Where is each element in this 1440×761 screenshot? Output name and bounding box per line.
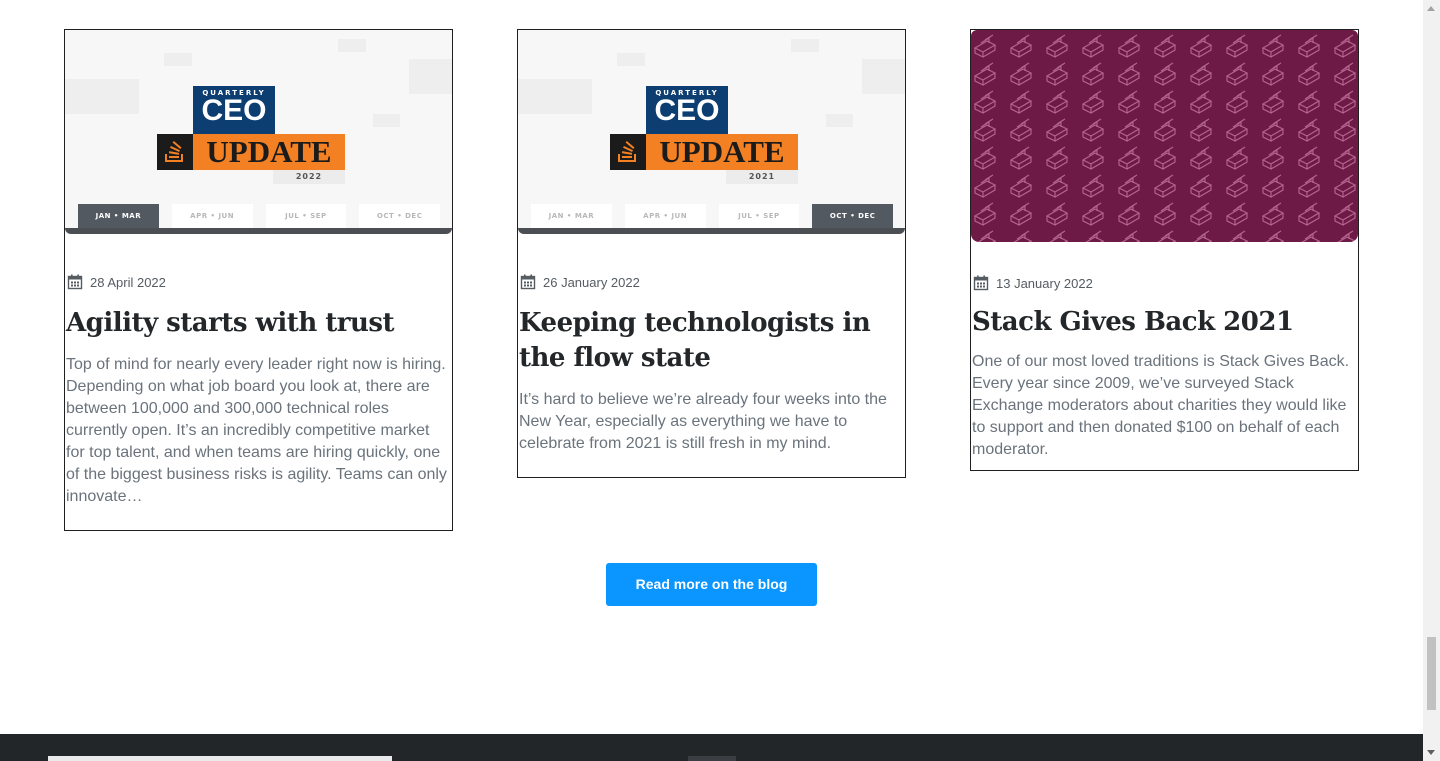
thumbnail-edge (518, 228, 905, 234)
quarter-tab: APR • JUN (171, 204, 253, 228)
read-more-button[interactable]: Read more on the blog (606, 563, 817, 606)
post-excerpt: It’s hard to believe we’re already four … (519, 391, 887, 452)
post-excerpt: Top of mind for nearly every leader righ… (66, 356, 447, 505)
scroll-down-icon[interactable] (1427, 750, 1435, 755)
quarter-tab: JUL • SEP (718, 204, 800, 228)
decor-block (791, 39, 819, 52)
blog-card[interactable]: QUARTERLY CEO UPDATE 2022 JAN • MAR APR … (64, 29, 453, 531)
ceo-label: CEO (201, 94, 267, 127)
footer-element (688, 756, 736, 761)
blog-card[interactable]: 13 January 2022 Stack Gives Back 2021 On… (970, 29, 1359, 471)
year-label: 2021 (726, 170, 798, 184)
post-meta: 28 April 2022 (67, 272, 452, 292)
stack-overflow-logo-icon (157, 134, 193, 170)
site-footer (0, 734, 1423, 761)
ceo-update-graphic: QUARTERLY CEO UPDATE 2022 (157, 86, 347, 184)
decor-block (518, 79, 592, 114)
quarter-tabs: JAN • MAR APR • JUN JUL • SEP OCT • DEC (78, 204, 440, 228)
decor-block (617, 53, 645, 66)
ceo-label: CEO (654, 94, 720, 127)
quarterly-box: QUARTERLY CEO (193, 86, 275, 134)
update-label: UPDATE (646, 134, 798, 170)
decor-block (164, 53, 192, 66)
stack-overflow-logo-icon (610, 134, 646, 170)
update-label: UPDATE (193, 134, 345, 170)
post-title[interactable]: Agility starts with trust (66, 306, 452, 341)
post-thumbnail[interactable]: QUARTERLY CEO UPDATE 2021 JAN • MAR APR … (518, 30, 905, 234)
decor-block (65, 79, 139, 114)
calendar-icon (67, 274, 83, 290)
quarterly-box: QUARTERLY CEO (646, 86, 728, 134)
post-thumbnail[interactable]: QUARTERLY CEO UPDATE 2022 JAN • MAR APR … (65, 30, 452, 234)
post-excerpt: One of our most loved traditions is Stac… (972, 353, 1350, 458)
quarter-tab: JUL • SEP (265, 204, 347, 228)
quarter-tab: OCT • DEC (812, 204, 893, 228)
footer-element (48, 756, 392, 761)
quarter-tab: APR • JUN (624, 204, 706, 228)
quarter-tab: OCT • DEC (359, 204, 440, 228)
post-title[interactable]: Keeping technologists in the flow state (519, 306, 905, 376)
decor-block (338, 39, 366, 52)
scrollbar-thumb[interactable] (1427, 637, 1436, 710)
quarter-tabs: JAN • MAR APR • JUN JUL • SEP OCT • DEC (531, 204, 893, 228)
calendar-icon (520, 274, 536, 290)
thumbnail-edge (65, 228, 452, 234)
page-scrollbar[interactable] (1423, 0, 1440, 761)
post-thumbnail[interactable] (971, 30, 1358, 242)
quarter-tab: JAN • MAR (531, 204, 612, 228)
decor-block (862, 59, 905, 94)
post-date: 26 January 2022 (543, 274, 640, 290)
year-label: 2022 (273, 170, 345, 184)
calendar-icon (973, 275, 989, 291)
post-meta: 13 January 2022 (973, 273, 1358, 293)
decor-block (373, 114, 400, 127)
quarter-tab: JAN • MAR (78, 204, 159, 228)
post-date: 28 April 2022 (90, 274, 166, 290)
post-date: 13 January 2022 (996, 275, 1093, 291)
decor-block (409, 59, 452, 94)
decor-block (826, 114, 853, 127)
blog-card[interactable]: QUARTERLY CEO UPDATE 2021 JAN • MAR APR … (517, 29, 906, 478)
gift-pattern-graphic (971, 30, 1358, 242)
post-meta: 26 January 2022 (520, 272, 905, 292)
scroll-up-icon[interactable] (1427, 6, 1435, 11)
ceo-update-graphic: QUARTERLY CEO UPDATE 2021 (610, 86, 800, 184)
post-title[interactable]: Stack Gives Back 2021 (972, 305, 1358, 340)
